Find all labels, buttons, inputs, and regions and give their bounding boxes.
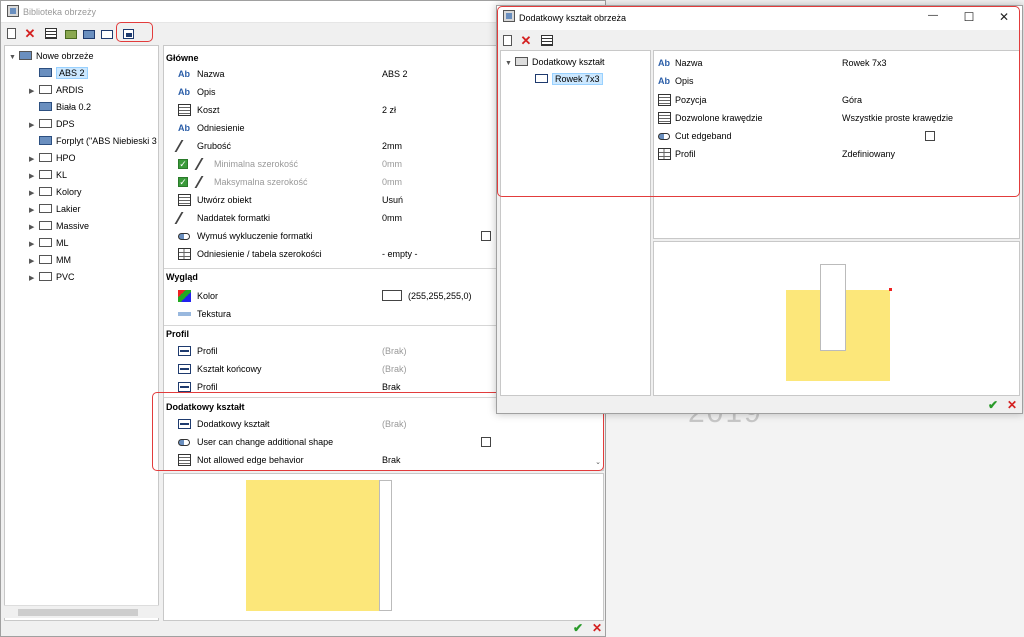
folder-icon — [39, 272, 52, 282]
groove-shape — [820, 264, 846, 351]
tree-item[interactable]: Biała 0.2 — [39, 99, 91, 115]
folder-icon — [39, 238, 52, 248]
width-icon — [194, 158, 215, 170]
tree-item[interactable]: ▶ Massive — [29, 218, 89, 234]
profile-icon — [178, 346, 191, 356]
color-palette-icon — [178, 290, 191, 302]
folder-icon — [39, 85, 52, 95]
edgeband-shape — [379, 480, 392, 611]
section-profile: Profil — [166, 329, 190, 339]
cost-icon — [178, 104, 191, 116]
section-look: Wygląd — [166, 272, 198, 282]
anchor-point — [889, 288, 892, 291]
color-swatch[interactable] — [382, 290, 402, 301]
section-main: Główne — [166, 53, 199, 63]
folder-icon — [39, 170, 52, 180]
edgeband-icon — [39, 136, 52, 146]
delete-icon[interactable]: ✕ — [23, 27, 37, 41]
folder-icon — [39, 204, 52, 214]
new-document-icon[interactable] — [7, 28, 16, 39]
tree-item[interactable]: Forplyt ("ABS Niebieski 3 — [39, 133, 157, 149]
properties-list-icon[interactable] — [45, 28, 57, 39]
shape-preview — [653, 241, 1020, 396]
tree-item[interactable]: ▶ DPS — [29, 116, 75, 132]
scrollbar-thumb[interactable] — [18, 609, 138, 616]
texture-icon — [178, 312, 191, 316]
cancel-button[interactable]: ✕ — [1007, 398, 1017, 412]
tree-item[interactable]: ▶ PVC — [29, 269, 75, 285]
oversize-icon — [174, 212, 195, 224]
tree-item[interactable]: ▶ ARDIS — [29, 82, 84, 98]
profile-icon[interactable] — [83, 30, 95, 39]
tree-item[interactable]: ▶ KL — [29, 167, 67, 183]
highlight-shape-window — [497, 6, 1020, 197]
tree-root[interactable]: ▼ Nowe obrzeże — [9, 48, 94, 64]
checked-icon[interactable]: ✓ — [178, 177, 188, 187]
folder-open-icon — [19, 51, 32, 61]
text-ab-icon: Ab — [178, 69, 190, 79]
edgeband-preview — [163, 473, 604, 621]
toggle-icon — [178, 233, 190, 240]
text-ab-icon: Ab — [178, 87, 190, 97]
ok-button[interactable]: ✔ — [573, 621, 583, 635]
profile-icon — [178, 382, 191, 392]
panel-shape — [246, 480, 379, 611]
tree-item[interactable]: ▶ Kolory — [29, 184, 82, 200]
cancel-button[interactable]: ✕ — [592, 621, 602, 635]
edgeband-icon — [39, 102, 52, 112]
tree-item[interactable]: ▶ HPO — [29, 150, 76, 166]
folder-icon — [39, 153, 52, 163]
text-ab-icon: Ab — [178, 123, 190, 133]
folder-icon — [39, 255, 52, 265]
edgeband-icon — [39, 68, 52, 78]
checked-icon[interactable]: ✓ — [178, 159, 188, 169]
import-icon[interactable] — [65, 30, 77, 39]
width-icon — [194, 176, 215, 188]
end-shape-icon[interactable] — [101, 30, 113, 39]
ok-button[interactable]: ✔ — [988, 398, 998, 412]
thickness-icon — [174, 140, 195, 152]
highlight-toolbar-button — [116, 22, 153, 42]
table-icon — [178, 248, 191, 260]
folder-icon — [39, 187, 52, 197]
folder-icon — [39, 221, 52, 231]
app-icon — [7, 5, 19, 17]
tree-item[interactable]: ▶ ML — [29, 235, 69, 251]
list-icon — [178, 194, 191, 206]
window-title: Biblioteka obrzeży — [23, 7, 97, 17]
tree-item[interactable]: ▶ Lakier — [29, 201, 81, 217]
force-exclusion-checkbox[interactable] — [481, 231, 491, 241]
folder-icon — [39, 119, 52, 129]
tree-item[interactable]: ▶ MM — [29, 252, 71, 268]
tree-item-abs2[interactable]: ABS 2 — [39, 65, 88, 81]
end-shape-icon — [178, 364, 191, 374]
horizontal-scrollbar[interactable] — [4, 605, 159, 618]
edgeband-tree[interactable]: ▼ Nowe obrzeże ABS 2 ▶ ARDIS Biała 0.2 ▶ DP… — [4, 45, 159, 621]
